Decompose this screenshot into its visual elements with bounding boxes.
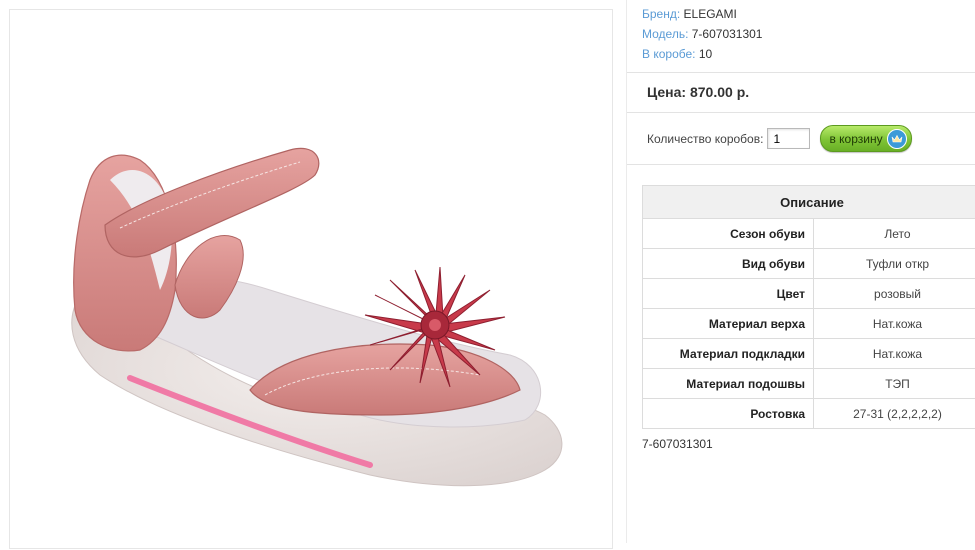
model-code-footer: 7-607031301: [642, 437, 713, 451]
table-row: Материал подкладки Нат.кожа: [643, 339, 975, 369]
model-label: Модель:: [642, 27, 688, 41]
brand-line: Бренд: ELEGAMI: [642, 4, 762, 24]
spec-name: Ростовка: [643, 399, 814, 429]
spec-value: Туфли откр: [814, 249, 975, 279]
spec-value: розовый: [814, 279, 975, 309]
brand-value: ELEGAMI: [684, 7, 737, 21]
box-line: В коробе: 10: [642, 44, 762, 64]
spec-name: Материал подкладки: [643, 339, 814, 369]
price: Цена: 870.00 р.: [647, 84, 749, 100]
spec-value: 27-31 (2,2,2,2,2): [814, 399, 975, 429]
spec-name: Цвет: [643, 279, 814, 309]
spec-name: Материал верха: [643, 309, 814, 339]
model-value: 7-607031301: [692, 27, 763, 41]
box-label: В коробе:: [642, 47, 696, 61]
quantity-label: Количество коробов:: [647, 132, 763, 146]
add-to-cart-button[interactable]: в корзину: [820, 125, 911, 152]
box-value: 10: [699, 47, 712, 61]
specifications-table: Описание Сезон обуви Лето Вид обуви Туфл…: [642, 185, 975, 429]
add-to-cart-label: в корзину: [829, 132, 882, 146]
spec-name: Сезон обуви: [643, 219, 814, 249]
spec-name: Материал подошвы: [643, 369, 814, 399]
model-line: Модель: 7-607031301: [642, 24, 762, 44]
divider: [627, 112, 975, 113]
spec-value: ТЭП: [814, 369, 975, 399]
brand-label: Бренд:: [642, 7, 680, 21]
column-divider: [626, 0, 627, 543]
crown-cart-icon: [887, 129, 907, 149]
quantity-input[interactable]: [767, 128, 810, 149]
spec-name: Вид обуви: [643, 249, 814, 279]
table-row: Сезон обуви Лето: [643, 219, 975, 249]
table-row: Цвет розовый: [643, 279, 975, 309]
spec-value: Нат.кожа: [814, 309, 975, 339]
divider: [627, 164, 975, 165]
specifications-header: Описание: [643, 186, 975, 219]
table-row: Ростовка 27-31 (2,2,2,2,2): [643, 399, 975, 429]
table-row: Материал верха Нат.кожа: [643, 309, 975, 339]
order-form: Количество коробов: в корзину: [647, 125, 912, 152]
product-image[interactable]: [10, 10, 614, 550]
spec-value: Нат.кожа: [814, 339, 975, 369]
product-image-panel[interactable]: [9, 9, 613, 549]
table-row: Вид обуви Туфли откр: [643, 249, 975, 279]
product-meta: Бренд: ELEGAMI Модель: 7-607031301 В кор…: [642, 4, 762, 64]
table-row: Материал подошвы ТЭП: [643, 369, 975, 399]
spec-value: Лето: [814, 219, 975, 249]
divider: [627, 72, 975, 73]
